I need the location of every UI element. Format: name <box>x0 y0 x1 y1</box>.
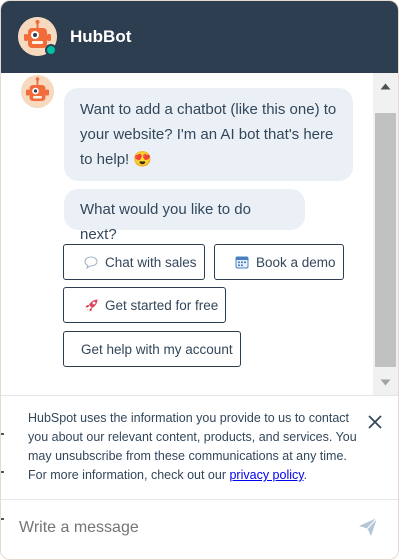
scrollbar[interactable] <box>373 73 398 395</box>
message-list: Want to add a chatbot (like this one) to… <box>1 73 373 395</box>
close-icon[interactable] <box>366 413 384 431</box>
chat-title: HubBot <box>70 27 132 46</box>
quick-reply-label: Book a demo <box>256 254 336 270</box>
rocket-icon <box>82 296 100 314</box>
online-status-dot <box>45 44 57 56</box>
bot-message: Want to add a chatbot (like this one) to… <box>64 88 353 181</box>
privacy-policy-link[interactable]: privacy policy <box>229 468 303 482</box>
quick-reply-label: Get started for free <box>105 297 219 313</box>
scroll-down-arrow-icon[interactable] <box>373 369 398 395</box>
chat-header: HubBot <box>1 1 398 73</box>
message-composer <box>1 499 398 559</box>
quick-reply-label: Chat with sales <box>105 254 197 270</box>
message-input[interactable] <box>19 519 339 537</box>
get-help-account-button[interactable]: Get help with my account <box>63 331 241 367</box>
disclaimer-suffix: . <box>303 468 308 482</box>
edge-mark <box>1 433 4 435</box>
disclaimer-text: HubSpot uses the information you provide… <box>28 409 368 485</box>
scroll-up-arrow-icon[interactable] <box>373 73 398 99</box>
chat-widget: HubBot Want to add a chatbot (like this … <box>0 0 399 560</box>
quick-reply-label: Get help with my account <box>81 341 233 357</box>
edge-mark <box>1 471 4 473</box>
speech-bubble-icon <box>82 253 100 271</box>
disclaimer-body: HubSpot uses the information you provide… <box>28 411 357 482</box>
get-started-free-button[interactable]: Get started for free <box>63 287 226 323</box>
book-a-demo-button[interactable]: Book a demo <box>214 244 344 280</box>
bot-avatar-robot-icon <box>21 75 54 108</box>
privacy-disclaimer: HubSpot uses the information you provide… <box>1 395 398 499</box>
bot-message: What would you like to do next? <box>64 189 305 243</box>
edge-mark <box>1 518 4 520</box>
calendar-icon <box>233 253 251 271</box>
send-icon[interactable] <box>358 517 380 539</box>
chat-with-sales-button[interactable]: Chat with sales <box>63 244 205 280</box>
scroll-thumb[interactable] <box>375 113 396 367</box>
